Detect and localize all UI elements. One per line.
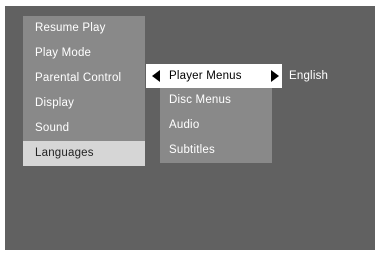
- submenu-item-player-menus[interactable]: Player Menus: [146, 64, 282, 88]
- main-menu: Resume Play Play Mode Parental Control D…: [23, 16, 145, 166]
- menu-item-label: Resume Play: [35, 22, 106, 34]
- triangle-left-icon[interactable]: [152, 70, 160, 82]
- menu-item-label: Display: [35, 97, 75, 109]
- submenu-item-label: Player Menus: [169, 70, 242, 82]
- menu-item-sound[interactable]: Sound: [23, 116, 145, 141]
- menu-item-languages[interactable]: Languages: [23, 141, 145, 166]
- menu-item-label: Sound: [35, 122, 70, 134]
- submenu-item-audio[interactable]: Audio: [160, 113, 272, 138]
- submenu-item-label: Audio: [169, 119, 200, 131]
- languages-submenu: Disc Menus Audio Subtitles: [160, 88, 272, 163]
- menu-item-label: Languages: [35, 147, 94, 159]
- submenu-item-disc-menus[interactable]: Disc Menus: [160, 88, 272, 113]
- current-language-value: English: [289, 70, 329, 82]
- menu-item-play-mode[interactable]: Play Mode: [23, 41, 145, 66]
- triangle-right-icon[interactable]: [271, 70, 279, 82]
- menu-item-label: Play Mode: [35, 47, 92, 59]
- menu-item-label: Parental Control: [35, 72, 122, 84]
- menu-item-resume-play[interactable]: Resume Play: [23, 16, 145, 41]
- submenu-item-label: Disc Menus: [169, 94, 232, 106]
- submenu-item-subtitles[interactable]: Subtitles: [160, 138, 272, 163]
- menu-item-display[interactable]: Display: [23, 91, 145, 116]
- submenu-item-label: Subtitles: [169, 144, 215, 156]
- tv-screen: Resume Play Play Mode Parental Control D…: [5, 6, 375, 250]
- menu-item-parental-control[interactable]: Parental Control: [23, 66, 145, 91]
